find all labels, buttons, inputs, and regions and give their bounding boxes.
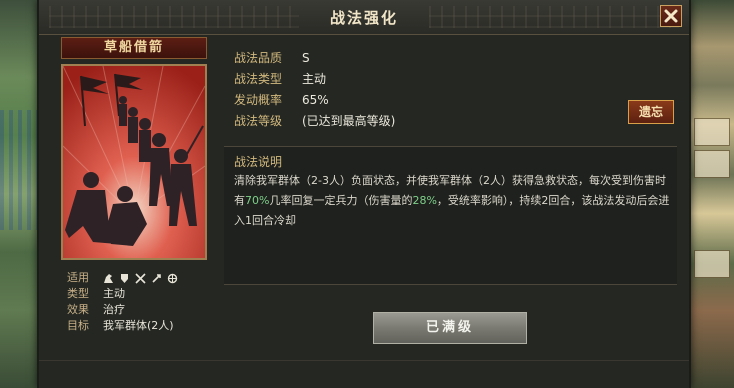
dialog-title: 战法强化 [329, 9, 398, 27]
forget-button[interactable]: 遗忘 [628, 100, 674, 124]
description-text: 清除我军群体（2-3人）负面状态，并使我军群体（2人）获得急救状态，每次受到伤害… [234, 171, 670, 231]
tactic-info: 战法品质 S 战法类型 主动 发动概率 65% 战法等级 (已达到最高等级) [234, 48, 395, 132]
description-pct-2: 28% [412, 194, 437, 207]
level-label: 战法等级 [234, 114, 283, 128]
target-value: 我军群体(2人) [103, 319, 174, 332]
background-scene-left [0, 0, 40, 388]
close-icon [664, 9, 678, 23]
quality-value: S [302, 51, 310, 65]
max-level-button[interactable]: 已满级 [373, 312, 527, 344]
chance-label: 发动概率 [234, 93, 283, 107]
apply-label: 适用 [67, 271, 89, 284]
tactic-properties: 适用 类型 主动 效果 治疗 目标 我军群体(2人) [67, 270, 178, 334]
background-tile [694, 250, 730, 278]
description-title: 战法说明 [234, 155, 283, 169]
shield-icon [121, 273, 128, 283]
effect-label: 效果 [67, 303, 89, 316]
type-label: 战法类型 [234, 72, 283, 86]
chance-value: 65% [302, 93, 329, 107]
description-pct-1: 70% [245, 194, 270, 207]
background-tile [694, 150, 730, 178]
background-scene-right [688, 0, 734, 388]
dialog-titlebar: 战法强化 [39, 0, 689, 35]
cavalry-icon [104, 273, 113, 283]
chariot-icon [167, 273, 178, 283]
level-value: (已达到最高等级) [302, 114, 396, 128]
type-value: 主动 [103, 287, 125, 300]
apply-icons [103, 272, 178, 284]
description-part-b: 几率回复一定兵力（伤害量的 [269, 194, 413, 207]
tactic-name: 草船借箭 [61, 37, 207, 59]
type-label: 类型 [67, 287, 89, 300]
target-label: 目标 [67, 319, 89, 332]
tactic-illustration [63, 66, 205, 258]
description-panel: 战法说明 清除我军群体（2-3人）负面状态，并使我军群体（2人）获得急救状态，每… [224, 146, 677, 285]
bow-icon [152, 273, 161, 283]
crossed-spears-icon [135, 272, 146, 284]
type-value: 主动 [302, 72, 327, 86]
footer-divider [39, 360, 689, 361]
tactic-card-art [61, 64, 207, 260]
tactic-upgrade-dialog: 战法强化 草船借箭 适用 类型 主动 效果 治疗 目标 我军群体(2人) 战法品… [37, 0, 691, 388]
background-tile [694, 118, 730, 146]
quality-label: 战法品质 [234, 51, 283, 65]
effect-value: 治疗 [103, 303, 125, 316]
close-button[interactable] [660, 5, 682, 27]
